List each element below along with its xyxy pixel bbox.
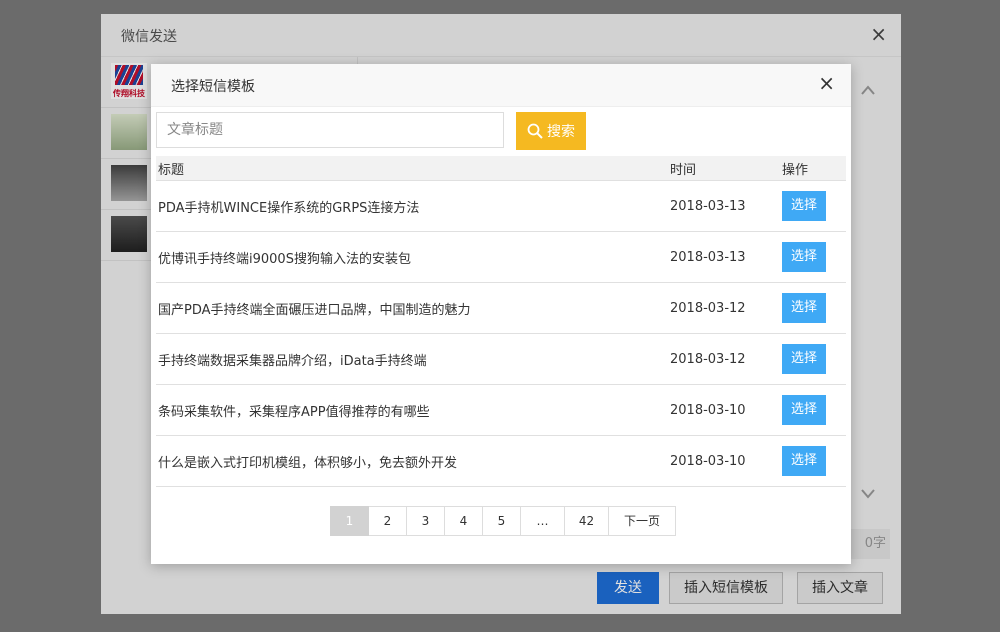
insert-article-button[interactable]: 插入文章	[797, 572, 883, 604]
select-button[interactable]: 选择	[782, 191, 826, 221]
column-header-time: 时间	[668, 156, 780, 181]
article-thumbnail	[111, 165, 147, 201]
search-input[interactable]	[156, 112, 504, 148]
select-button[interactable]: 选择	[782, 293, 826, 323]
table-row: 优博讯手持终端i9000S搜狗输入法的安装包 2018-03-13 选择	[156, 231, 846, 283]
send-button[interactable]: 发送	[597, 572, 659, 604]
column-header-title: 标题	[156, 156, 668, 181]
pagination: 1 2 3 4 5 … 42 下一页	[330, 506, 676, 536]
table-header-row: 标题 时间 操作	[156, 156, 846, 181]
article-thumbnail	[111, 216, 147, 252]
select-button[interactable]: 选择	[782, 446, 826, 476]
company-logo: 传翔科技	[111, 63, 147, 99]
row-title: 国产PDA手持终端全面碾压进口品牌，中国制造的魅力	[156, 282, 668, 334]
search-button[interactable]: 搜索	[516, 112, 586, 150]
row-title: 优博讯手持终端i9000S搜狗输入法的安装包	[156, 231, 668, 283]
row-title: 什么是嵌入式打印机模组，体积够小，免去额外开发	[156, 435, 668, 487]
select-button[interactable]: 选择	[782, 344, 826, 374]
char-count: 0字	[846, 529, 890, 559]
close-icon[interactable]: ×	[818, 73, 835, 93]
row-time: 2018-03-12	[668, 333, 780, 385]
row-time: 2018-03-10	[668, 384, 780, 436]
page-3[interactable]: 3	[407, 506, 445, 536]
logo-stripes-icon	[115, 65, 143, 85]
page-42[interactable]: 42	[565, 506, 609, 536]
page-2[interactable]: 2	[369, 506, 407, 536]
table-row: 什么是嵌入式打印机模组，体积够小，免去额外开发 2018-03-10 选择	[156, 435, 846, 487]
row-title: 条码采集软件，采集程序APP值得推荐的有哪些	[156, 384, 668, 436]
search-icon	[527, 123, 543, 139]
modal-title: 选择短信模板	[171, 79, 255, 95]
table-row: 国产PDA手持终端全面碾压进口品牌，中国制造的魅力 2018-03-12 选择	[156, 282, 846, 334]
column-header-action: 操作	[780, 156, 846, 181]
table-row: 手持终端数据采集器品牌介绍，iData手持终端 2018-03-12 选择	[156, 333, 846, 385]
select-button[interactable]: 选择	[782, 242, 826, 272]
search-button-label: 搜索	[547, 123, 575, 139]
page-1[interactable]: 1	[330, 506, 369, 536]
row-title: 手持终端数据采集器品牌介绍，iData手持终端	[156, 333, 668, 385]
insert-template-button[interactable]: 插入短信模板	[669, 572, 783, 604]
row-time: 2018-03-13	[668, 180, 780, 232]
article-thumbnail	[111, 114, 147, 150]
close-icon[interactable]: ×	[870, 22, 887, 46]
next-page-button[interactable]: 下一页	[609, 506, 676, 536]
chevron-down-icon[interactable]	[861, 484, 875, 503]
select-button[interactable]: 选择	[782, 395, 826, 425]
row-time: 2018-03-13	[668, 231, 780, 283]
table-row: 条码采集软件，采集程序APP值得推荐的有哪些 2018-03-10 选择	[156, 384, 846, 436]
logo-text: 传翔科技	[113, 89, 145, 98]
row-time: 2018-03-10	[668, 435, 780, 487]
select-template-modal: 选择短信模板 × 搜索 标题 时间 操作 PDA手持机WINCE操作系统的GRP…	[151, 64, 851, 564]
modal-header: 选择短信模板 ×	[151, 64, 851, 107]
page-ellipsis: …	[521, 506, 565, 536]
wechat-dialog-title: 微信发送	[121, 29, 177, 45]
table-row: PDA手持机WINCE操作系统的GRPS连接方法 2018-03-13 选择	[156, 180, 846, 232]
chevron-up-icon[interactable]	[861, 80, 875, 99]
template-table: 标题 时间 操作 PDA手持机WINCE操作系统的GRPS连接方法 2018-0…	[156, 156, 846, 487]
wechat-dialog-header: 微信发送 ×	[101, 14, 901, 57]
row-title: PDA手持机WINCE操作系统的GRPS连接方法	[156, 180, 668, 232]
page-4[interactable]: 4	[445, 506, 483, 536]
row-time: 2018-03-12	[668, 282, 780, 334]
page-5[interactable]: 5	[483, 506, 521, 536]
